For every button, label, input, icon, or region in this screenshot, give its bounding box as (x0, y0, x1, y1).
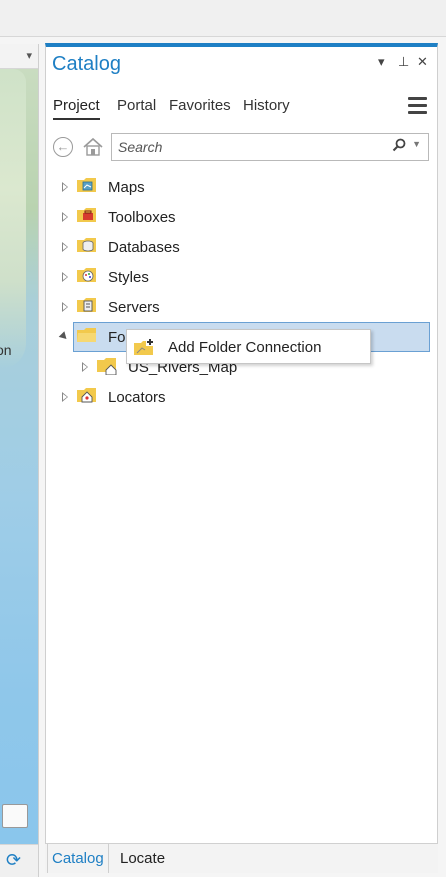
tree-item-label: Toolboxes (108, 209, 176, 226)
map-view-header: ▾ (0, 44, 38, 69)
toolboxes-folder-icon (77, 207, 97, 223)
folders-folder-icon (77, 327, 97, 343)
tab-favorites[interactable]: Favorites (169, 97, 231, 114)
search-field[interactable]: ▼ (111, 133, 429, 161)
bottom-tab-locate[interactable]: Locate (120, 850, 165, 867)
application-top-bar (0, 0, 446, 37)
map-land-area (0, 69, 26, 369)
map-status-bar: ⟳ (0, 844, 38, 877)
expand-arrow-icon[interactable] (62, 182, 68, 192)
map-label: on (0, 342, 12, 358)
tree-item-maps[interactable]: Maps (46, 172, 437, 202)
tree-item-label: Locators (108, 389, 166, 406)
pane-title: Catalog (52, 53, 121, 75)
home-folder-icon (97, 357, 117, 376)
back-arrow-icon[interactable]: ← (53, 137, 73, 157)
tab-project[interactable]: Project (53, 97, 100, 120)
tab-portal[interactable]: Portal (117, 97, 156, 114)
add-folder-icon (134, 338, 156, 356)
tree-item-locators[interactable]: Locators (46, 382, 437, 412)
tree-item-label: Servers (108, 299, 160, 316)
context-menu: Add Folder Connection (126, 329, 371, 364)
bottom-tab-catalog[interactable]: Catalog (47, 843, 109, 873)
tree-item-label: Databases (108, 239, 180, 256)
expand-arrow-icon[interactable] (62, 392, 68, 402)
tab-history[interactable]: History (243, 97, 290, 114)
tree-item-label: Maps (108, 179, 145, 196)
expand-arrow-icon[interactable] (62, 302, 68, 312)
close-icon[interactable]: ✕ (417, 54, 428, 70)
tree-item-toolboxes[interactable]: Toolboxes (46, 202, 437, 232)
map-view-strip[interactable]: ▾ on ⟳ (0, 44, 39, 877)
tree-item-label: Styles (108, 269, 149, 286)
search-icon[interactable] (392, 138, 406, 152)
pane-bottom-tabs: Catalog Locate (45, 843, 438, 873)
hamburger-menu-icon[interactable] (408, 97, 427, 115)
maps-folder-icon (77, 177, 97, 193)
expand-arrow-icon[interactable] (62, 212, 68, 222)
chevron-down-icon[interactable]: ▾ (26, 49, 32, 62)
expand-arrow-icon[interactable] (62, 272, 68, 282)
search-input[interactable] (112, 134, 394, 160)
expand-arrow-icon[interactable] (82, 362, 88, 372)
tree-item-servers[interactable]: Servers (46, 292, 437, 322)
locators-folder-icon (77, 387, 97, 403)
tree-item-styles[interactable]: Styles (46, 262, 437, 292)
databases-folder-icon (77, 237, 97, 253)
servers-folder-icon (77, 297, 97, 313)
home-icon[interactable] (82, 137, 104, 157)
pin-icon[interactable]: ⊥ (398, 54, 409, 70)
search-options-chevron-down-icon[interactable]: ▼ (412, 139, 421, 149)
collapse-arrow-icon[interactable] (58, 331, 70, 342)
refresh-icon[interactable]: ⟳ (6, 850, 26, 870)
add-folder-connection-menu-item[interactable]: Add Folder Connection (168, 339, 321, 356)
styles-folder-icon (77, 267, 97, 283)
expand-arrow-icon[interactable] (62, 242, 68, 252)
tree-item-databases[interactable]: Databases (46, 232, 437, 262)
layer-list-icon[interactable] (2, 804, 28, 828)
pane-options-dropdown-icon[interactable]: ▾ (378, 54, 385, 70)
catalog-pane: Catalog ▾ ⊥ ✕ Project Portal Favorites H… (45, 43, 438, 872)
